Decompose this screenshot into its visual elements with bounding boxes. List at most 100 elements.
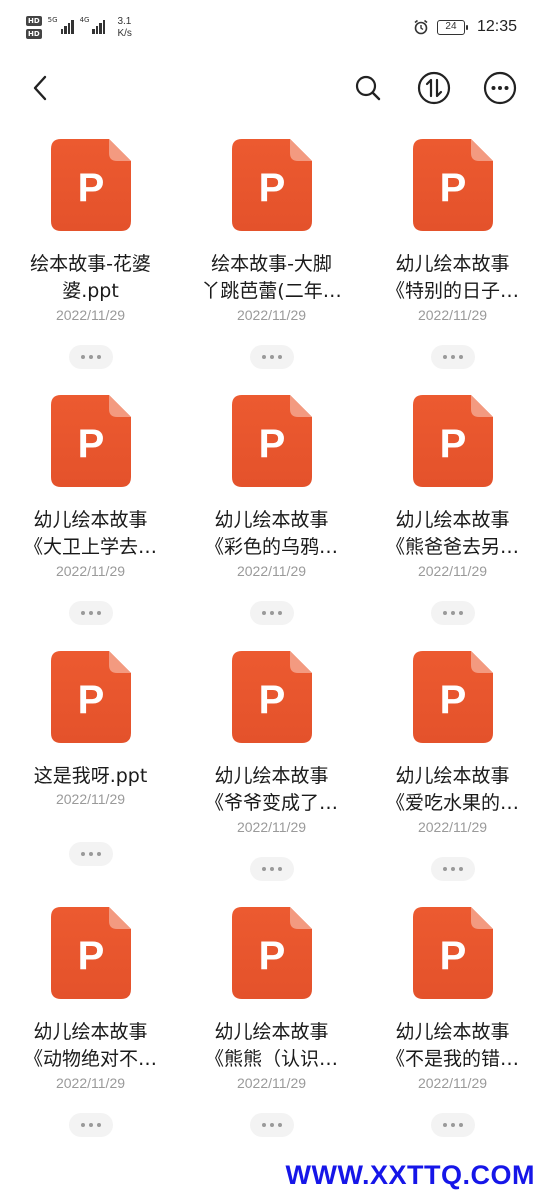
file-more-button[interactable] — [249, 857, 294, 881]
file-name-line2: 丫跳芭蕾(二年… — [201, 280, 342, 302]
dot — [277, 611, 282, 615]
dot — [442, 611, 447, 615]
speed-unit: K/s — [117, 28, 132, 39]
more-button[interactable] — [480, 68, 520, 108]
dot — [277, 1123, 282, 1127]
file-more-button[interactable] — [249, 601, 294, 625]
file-name-line1: 绘本故事-大脚 — [211, 253, 332, 275]
dot — [458, 867, 463, 871]
ppt-file-icon: P — [50, 139, 131, 231]
file-item[interactable]: P 幼儿绘本故事 《不是我的错… 2022/11/29 — [362, 903, 543, 1159]
file-name-line1: 幼儿绘本故事 — [395, 765, 510, 787]
file-item[interactable]: P 幼儿绘本故事 《爱吃水果的… 2022/11/29 — [362, 647, 543, 903]
ppt-file-icon: P — [50, 395, 131, 487]
file-date: 2022/11/29 — [236, 1075, 307, 1091]
file-icon-letter: P — [77, 166, 104, 210]
file-item[interactable]: P 绘本故事-大脚 丫跳芭蕾(二年… 2022/11/29 — [181, 135, 362, 391]
file-name-line1: 幼儿绘本故事 — [395, 253, 510, 275]
file-item[interactable]: P 幼儿绘本故事 《爷爷变成了… 2022/11/29 — [181, 647, 362, 903]
file-icon-letter: P — [439, 678, 466, 722]
file-name-line2: 《动物绝对不… — [23, 1048, 157, 1070]
ppt-file-icon: P — [50, 651, 131, 743]
file-name: 幼儿绘本故事 《熊爸爸去另… — [370, 507, 535, 561]
file-name-line1: 幼儿绘本故事 — [214, 1021, 329, 1043]
ppt-file-icon: P — [231, 395, 312, 487]
dot — [96, 852, 101, 856]
file-item[interactable]: P 绘本故事-花婆 婆.ppt 2022/11/29 — [0, 135, 181, 391]
dot — [450, 355, 455, 359]
ppt-file-icon: P — [412, 139, 493, 231]
file-name: 幼儿绘本故事 《熊熊（认识… — [189, 1019, 354, 1073]
file-item[interactable]: P 幼儿绘本故事 《特别的日子… 2022/11/29 — [362, 135, 543, 391]
file-item[interactable]: P 幼儿绘本故事 《动物绝对不… 2022/11/29 — [0, 903, 181, 1159]
file-item[interactable]: P 这是我呀.ppt 2022/11/29 — [0, 647, 181, 903]
watermark: WWW.XXTTQ.COM — [285, 1160, 535, 1190]
ppt-file-icon: P — [412, 907, 493, 999]
ppt-file-icon: P — [412, 395, 493, 487]
dot — [450, 611, 455, 615]
dot — [458, 355, 463, 359]
battery-level: 24 — [445, 20, 457, 32]
file-icon-letter: P — [258, 166, 285, 210]
file-icon-letter: P — [77, 934, 104, 978]
search-icon — [355, 75, 381, 101]
dot — [88, 611, 93, 615]
file-more-button[interactable] — [430, 345, 475, 369]
dot — [269, 355, 274, 359]
file-item[interactable]: P 幼儿绘本故事 《熊爸爸去另… 2022/11/29 — [362, 391, 543, 647]
dot — [88, 852, 93, 856]
file-name: 幼儿绘本故事 《大卫上学去… — [8, 507, 173, 561]
dot — [442, 1123, 447, 1127]
dot — [88, 1123, 93, 1127]
signal-1: 5G — [48, 16, 74, 34]
back-button[interactable] — [20, 68, 60, 108]
battery-icon: 24 — [436, 19, 468, 35]
file-more-button[interactable] — [68, 1113, 113, 1137]
file-more-button[interactable] — [249, 345, 294, 369]
file-name-line2: 《彩色的乌鸦… — [204, 536, 338, 558]
signal-1-label: 5G — [47, 16, 58, 24]
signal-bar — [95, 26, 99, 34]
dot — [96, 611, 101, 615]
signal-bar — [102, 20, 106, 34]
sort-button[interactable] — [414, 68, 454, 108]
search-button[interactable] — [348, 68, 388, 108]
dot — [80, 852, 85, 856]
file-more-button[interactable] — [249, 1113, 294, 1137]
status-bar: HD HD 5G 4G 3.1 K/s 24 12:35 — [0, 0, 543, 60]
dot — [458, 1123, 463, 1127]
status-left: HD HD 5G 4G 3.1 K/s — [26, 16, 132, 40]
status-right: 24 12:35 — [413, 18, 517, 36]
file-more-button[interactable] — [68, 345, 113, 369]
file-name: 幼儿绘本故事 《爱吃水果的… — [370, 763, 535, 817]
file-more-button[interactable] — [430, 601, 475, 625]
file-name-line1: 幼儿绘本故事 — [33, 1021, 148, 1043]
dot — [450, 1123, 455, 1127]
ppt-file-icon: P — [231, 651, 312, 743]
file-date: 2022/11/29 — [55, 1075, 126, 1091]
file-date: 2022/11/29 — [236, 819, 307, 835]
file-icon-letter: P — [439, 166, 466, 210]
dot — [261, 867, 266, 871]
file-more-button[interactable] — [68, 601, 113, 625]
file-item[interactable]: P 幼儿绘本故事 《彩色的乌鸦… 2022/11/29 — [181, 391, 362, 647]
file-item[interactable]: P 幼儿绘本故事 《熊熊（认识… 2022/11/29 — [181, 903, 362, 1159]
file-more-button[interactable] — [68, 842, 113, 866]
file-name-line1: 幼儿绘本故事 — [33, 509, 148, 531]
file-more-button[interactable] — [430, 857, 475, 881]
ppt-file-icon: P — [231, 139, 312, 231]
file-date: 2022/11/29 — [417, 307, 488, 323]
chevron-left-icon — [33, 75, 47, 101]
file-name-line2: 婆.ppt — [62, 280, 119, 302]
file-name-line1: 幼儿绘本故事 — [214, 765, 329, 787]
dot — [458, 611, 463, 615]
dot — [261, 611, 266, 615]
dot — [88, 355, 93, 359]
file-date: 2022/11/29 — [417, 819, 488, 835]
file-more-button[interactable] — [430, 1113, 475, 1137]
file-name: 幼儿绘本故事 《爷爷变成了… — [189, 763, 354, 817]
file-name: 幼儿绘本故事 《特别的日子… — [370, 251, 535, 305]
dot — [269, 1123, 274, 1127]
dot — [96, 355, 101, 359]
file-item[interactable]: P 幼儿绘本故事 《大卫上学去… 2022/11/29 — [0, 391, 181, 647]
